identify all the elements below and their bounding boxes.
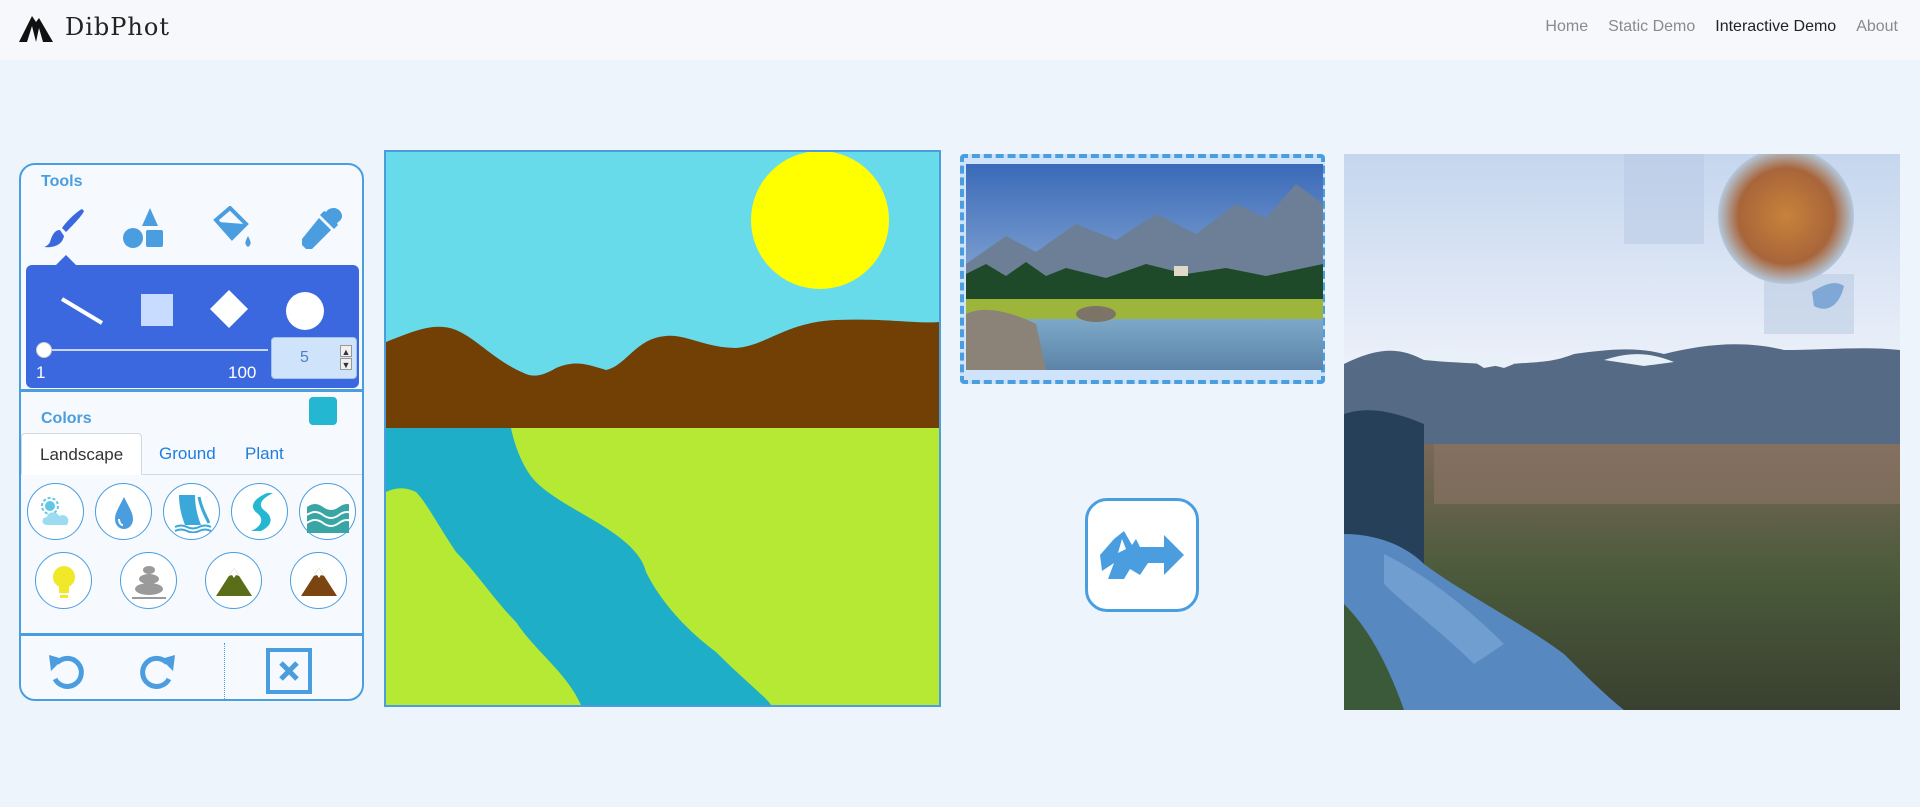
hill-icon <box>215 567 252 596</box>
action-bar <box>21 637 362 699</box>
brush-tool-button[interactable] <box>39 203 89 253</box>
output-photo <box>1344 154 1900 710</box>
swatch-water[interactable] <box>95 483 152 540</box>
square-icon <box>141 294 173 326</box>
diamond-shape-button[interactable] <box>205 285 253 333</box>
clear-canvas-button[interactable] <box>265 647 313 695</box>
eyedropper-icon <box>302 208 342 249</box>
spin-down-icon[interactable]: ▼ <box>340 358 352 370</box>
tool-panel: Tools 1 100 5 ▲ ▼ Colors Landscape Groun… <box>19 163 364 701</box>
waterfall-icon <box>174 494 211 533</box>
stone-icon <box>131 565 166 599</box>
eyedropper-tool-button[interactable] <box>297 203 347 253</box>
nav-links: Home Static Demo Interactive Demo About <box>1545 18 1898 36</box>
tab-ground[interactable]: Ground <box>141 433 234 475</box>
divider <box>21 633 362 636</box>
square-shape-button[interactable] <box>132 285 180 333</box>
brand-name: DibPhot <box>65 13 170 41</box>
circle-icon <box>286 292 324 330</box>
spin-up-icon[interactable]: ▲ <box>340 345 352 357</box>
paint-bucket-tool-button[interactable] <box>207 203 257 253</box>
river-icon <box>250 492 273 531</box>
brush-size-min: 1 <box>36 363 46 382</box>
swatch-river[interactable] <box>231 483 288 540</box>
redo-icon <box>140 655 175 689</box>
generated-output-image <box>1344 154 1900 710</box>
brush-size-max: 100 <box>228 363 257 382</box>
nav-link-static-demo[interactable]: Static Demo <box>1608 18 1695 36</box>
line-shape-button[interactable] <box>58 285 106 333</box>
circle-shape-button[interactable] <box>281 285 329 333</box>
sky-icon <box>40 496 68 525</box>
swatch-waterfall[interactable] <box>163 483 220 540</box>
nav-link-home[interactable]: Home <box>1545 18 1588 36</box>
swatch-stone[interactable] <box>120 552 177 609</box>
paint-bucket-icon <box>213 206 251 247</box>
brush-icon <box>44 209 84 248</box>
brand[interactable]: DibPhot <box>19 12 170 42</box>
tab-plant[interactable]: Plant <box>227 433 302 475</box>
brush-options-panel: 1 100 5 ▲ ▼ <box>26 255 359 388</box>
shapes-tool-button[interactable] <box>119 203 169 253</box>
swatch-hill[interactable] <box>205 552 262 609</box>
water-drop-icon <box>114 496 133 529</box>
divider <box>21 389 362 392</box>
swatch-light[interactable] <box>35 552 92 609</box>
redo-button[interactable] <box>133 647 181 695</box>
tools-row <box>21 203 362 253</box>
brush-size-track[interactable] <box>42 349 268 351</box>
mountain-icon <box>300 567 337 596</box>
undo-icon <box>49 655 84 689</box>
tab-landscape[interactable]: Landscape <box>21 433 143 475</box>
generate-arrow-icon <box>1100 531 1184 579</box>
mountain-logo-icon <box>19 16 53 42</box>
nav-link-about[interactable]: About <box>1856 18 1898 36</box>
style-photo <box>966 164 1323 370</box>
style-image-box[interactable] <box>960 154 1325 384</box>
current-color-swatch <box>309 397 337 425</box>
line-icon <box>60 297 104 325</box>
brush-size-thumb[interactable] <box>36 342 52 358</box>
diamond-icon <box>210 290 248 328</box>
clear-canvas-icon <box>266 648 312 694</box>
nav-link-interactive-demo[interactable]: Interactive Demo <box>1715 18 1836 36</box>
swatch-sky[interactable] <box>27 483 84 540</box>
segmentation-map[interactable] <box>386 152 939 705</box>
color-tabs: Landscape Ground Plant <box>21 433 362 475</box>
navbar: DibPhot Home Static Demo Interactive Dem… <box>0 0 1920 60</box>
colors-title: Colors <box>41 410 92 427</box>
sea-icon <box>306 503 349 533</box>
swatch-sea[interactable] <box>299 483 356 540</box>
action-divider <box>224 643 225 699</box>
brush-size-input[interactable]: 5 ▲ ▼ <box>271 337 357 379</box>
tools-title: Tools <box>41 173 83 190</box>
brush-size-value: 5 <box>300 349 309 366</box>
brush-caret <box>56 255 76 265</box>
drawing-canvas[interactable] <box>384 150 941 707</box>
swatch-mountain[interactable] <box>290 552 347 609</box>
generate-button[interactable] <box>1085 498 1199 612</box>
light-icon <box>52 565 75 598</box>
undo-button[interactable] <box>43 647 91 695</box>
shapes-icon <box>123 208 163 248</box>
